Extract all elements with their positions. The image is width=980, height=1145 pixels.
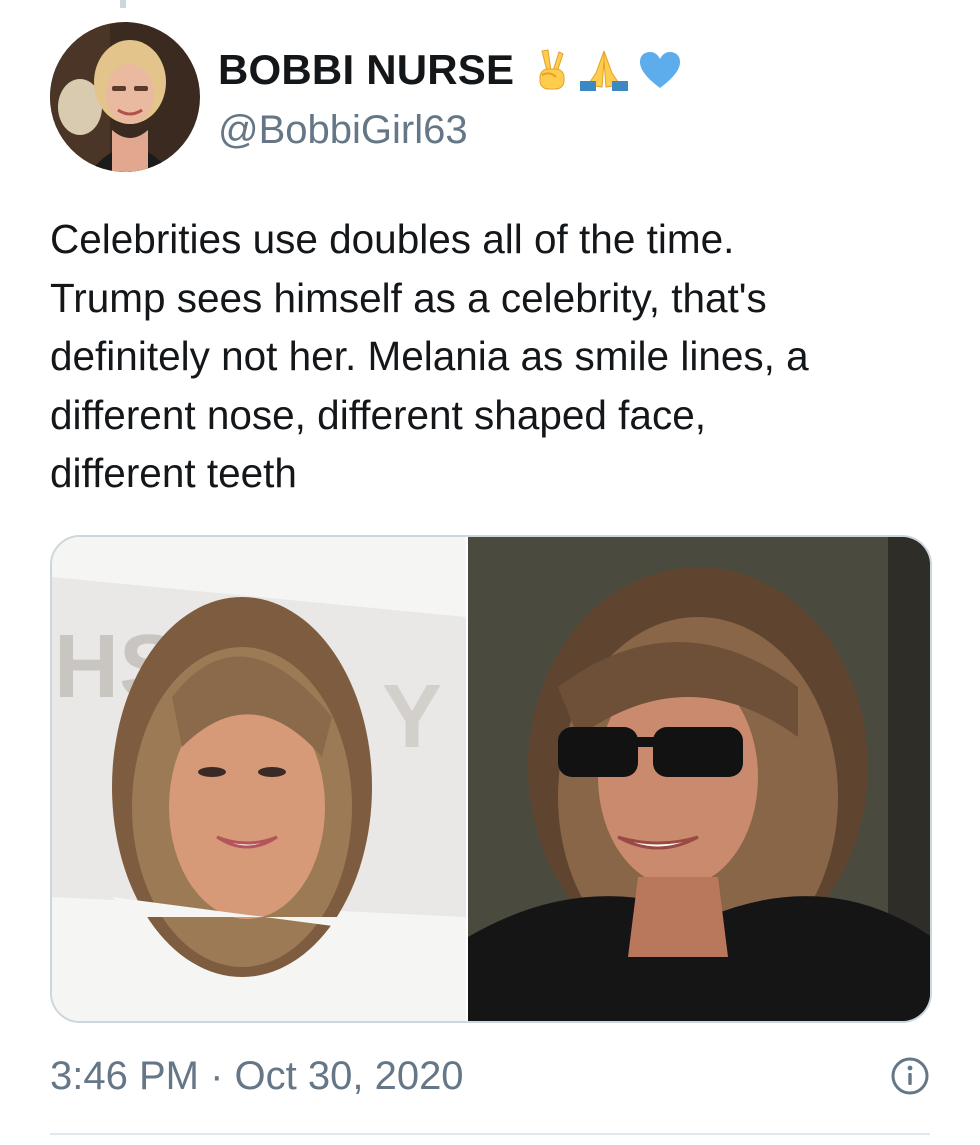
name-emoji-group xyxy=(532,47,682,93)
author-name-row[interactable]: BOBBI NURSE xyxy=(218,42,682,98)
tweet-media[interactable]: HS Y xyxy=(50,535,932,1023)
tweet-text-line: Trump sees himself as a celebrity, that'… xyxy=(50,274,767,321)
tweet-text-line: definitely not her. Melania as smile lin… xyxy=(50,333,809,379)
tweet-timestamp[interactable]: 3:46 PM · Oct 30, 2020 xyxy=(50,1054,464,1099)
tweet-text-line: Celebrities use doubles all of the time. xyxy=(50,216,735,262)
blue-heart-icon xyxy=(638,50,682,90)
thread-connector-line xyxy=(120,0,126,8)
photo-right[interactable] xyxy=(468,537,930,1021)
tweet-meta-row: 3:46 PM · Oct 30, 2020 xyxy=(50,1048,930,1104)
divider xyxy=(50,1133,930,1135)
victory-hand-icon xyxy=(532,47,570,93)
photo-left[interactable]: HS Y xyxy=(52,537,468,1021)
svg-text:Y: Y xyxy=(382,667,442,767)
avatar[interactable] xyxy=(50,22,200,172)
tweet-text: Celebrities use doubles all of the time.… xyxy=(50,210,950,503)
author-handle[interactable]: @BobbiGirl63 xyxy=(218,108,468,153)
display-name[interactable]: BOBBI NURSE xyxy=(218,46,514,94)
tweet-text-line: different nose, different shaped face, xyxy=(50,391,706,438)
info-icon[interactable] xyxy=(890,1056,930,1096)
folded-hands-icon xyxy=(576,47,632,93)
tweet-text-line: different teeth xyxy=(50,450,297,496)
